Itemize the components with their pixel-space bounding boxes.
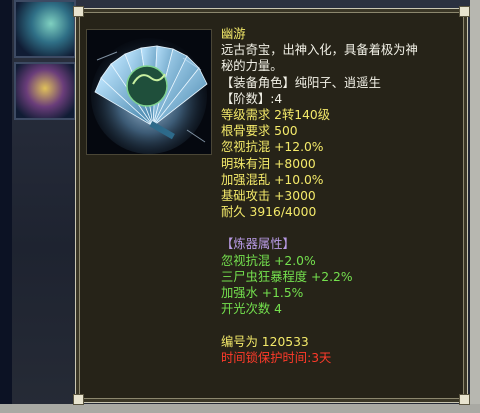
stat-value: +12.0% <box>274 140 324 155</box>
refine-attr: 忽视抗混 +2.0% <box>221 253 316 268</box>
stat-row: 忽视抗混 +12.0% <box>221 139 461 155</box>
right-frame <box>470 0 480 413</box>
item-tooltip: 幽游 远古奇宝，出神入化，具备着极为神 秘的力量。 【装备角色】纯阳子、逍遥生 … <box>73 6 470 405</box>
tooltip-corner <box>459 394 470 405</box>
item-fan-image <box>86 29 212 155</box>
stat-label: 基础攻击 <box>221 188 271 203</box>
stat-value: 2转140级 <box>274 107 331 122</box>
stat-row: 加强混乱 +10.0% <box>221 172 461 188</box>
stat-row: 明珠有泪 +8000 <box>221 156 461 172</box>
stat-label: 根骨要求 <box>221 124 271 139</box>
refine-attr: 三尸虫狂暴程度 +2.2% <box>221 269 353 284</box>
inventory-slot-character[interactable] <box>14 62 76 120</box>
stat-value: +3000 <box>274 188 316 203</box>
time-lock-value: 3天 <box>311 350 332 365</box>
tooltip-corner <box>73 6 84 17</box>
stat-row: 基础攻击 +3000 <box>221 188 461 204</box>
tooltip-corner <box>73 394 84 405</box>
stat-label: 忽视抗混 <box>221 140 271 155</box>
stat-label: 等级需求 <box>221 107 271 122</box>
fan-icon <box>87 30 211 154</box>
stat-label: 明珠有泪 <box>221 156 271 171</box>
item-name: 幽游 <box>221 27 246 41</box>
item-details: 幽游 远古奇宝，出神入化，具备着极为神 秘的力量。 【装备角色】纯阳子、逍遥生 … <box>221 26 461 366</box>
item-tier: 【阶数】:4 <box>221 91 283 106</box>
stat-row: 根骨要求 500 <box>221 123 461 139</box>
stat-label: 耐久 <box>221 205 246 220</box>
equip-role: 【装备角色】纯阳子、逍遥生 <box>221 75 381 90</box>
stat-row: 等级需求 2转140级 <box>221 107 461 123</box>
stat-value: 3916/4000 <box>249 205 317 220</box>
item-description: 远古奇宝，出神入化，具备着极为神 <box>221 43 418 58</box>
refine-header: 【炼器属性】 <box>221 237 295 252</box>
refine-attr: 加强水 +1.5% <box>221 286 304 300</box>
stat-label: 加强混乱 <box>221 172 271 187</box>
item-description-cont: 秘的力量。 <box>221 59 283 74</box>
stat-row: 耐久 3916/4000 <box>221 204 461 220</box>
item-serial: 编号为 120533 <box>221 334 309 349</box>
bottom-frame <box>0 404 480 413</box>
stat-value: +10.0% <box>274 172 324 187</box>
stat-value: 500 <box>274 124 298 139</box>
left-frame <box>0 0 12 413</box>
refine-attr: 开光次数 4 <box>221 302 282 317</box>
time-lock-label: 时间锁保护时间: <box>221 350 312 365</box>
tooltip-corner <box>459 6 470 17</box>
inventory-slot-fan[interactable] <box>14 0 76 58</box>
time-lock: 时间锁保护时间:3天 <box>221 350 461 366</box>
stat-value: +8000 <box>274 156 316 171</box>
